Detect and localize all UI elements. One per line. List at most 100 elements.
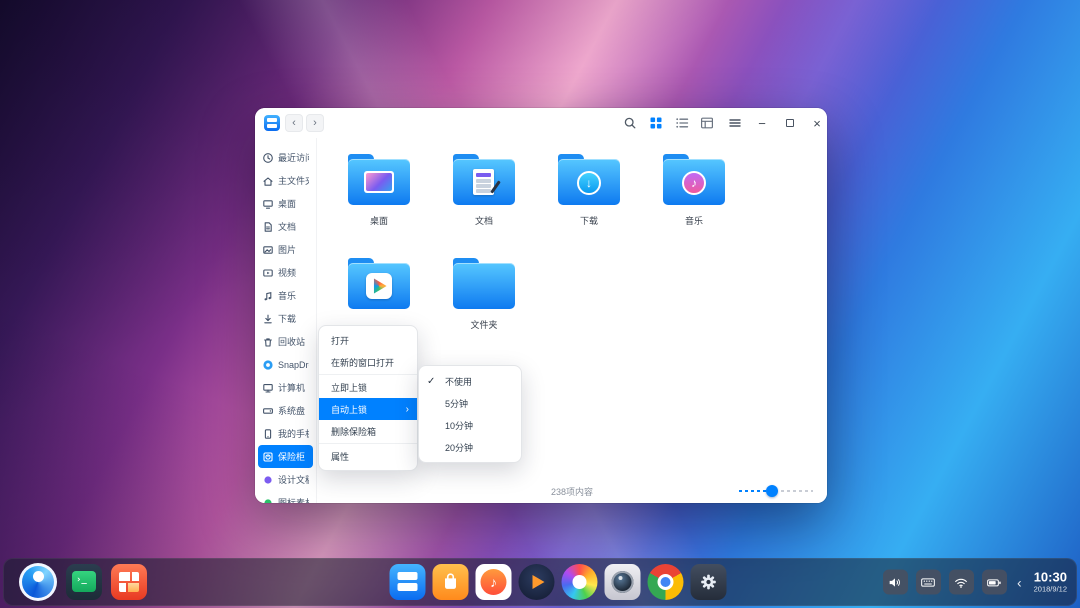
sidebar-item-label: 图片 (278, 243, 296, 256)
folder-icon (453, 263, 515, 309)
context-menu: 打开 在新的窗口打开 立即上锁 自动上锁 › 删除保险箱 属性 (318, 325, 418, 471)
sidebar-item-label: 我的手机 (278, 427, 309, 440)
app-store-icon[interactable] (433, 564, 469, 600)
submenu-item-10min[interactable]: 10分钟 (419, 414, 521, 436)
menu-item-delete-vault[interactable]: 删除保险箱 (319, 420, 417, 442)
auto-lock-submenu: ✓ 不使用 5分钟 10分钟 20分钟 (418, 365, 522, 463)
minimize-button[interactable]: − (753, 114, 771, 132)
folder-icon (453, 159, 515, 205)
launcher-icon[interactable] (19, 563, 57, 601)
sidebar-item-computer[interactable]: 计算机 (258, 376, 313, 399)
sidebar-item-recent[interactable]: 最近访问 (258, 146, 313, 169)
menu-item-auto-lock[interactable]: 自动上锁 › (319, 398, 417, 420)
sidebar-item-system-disk[interactable]: 系统盘 (258, 399, 313, 422)
folder-icon (348, 263, 410, 309)
control-center-icon[interactable] (691, 564, 727, 600)
sidebar-item-my-phone[interactable]: 我的手机 (258, 422, 313, 445)
slider-thumb[interactable] (766, 485, 778, 497)
wifi-icon[interactable] (949, 570, 974, 595)
sidebar: 最近访问 主文件夹 桌面 文档 图片 视频 音乐 下载 (255, 138, 317, 503)
sidebar-item-trash[interactable]: 回收站 (258, 330, 313, 353)
sidebar-item-label: 音乐 (278, 289, 296, 302)
sidebar-item-documents[interactable]: 文档 (258, 215, 313, 238)
picture-icon (262, 244, 274, 256)
forward-button[interactable]: › (306, 114, 324, 132)
list-view-icon[interactable] (673, 114, 691, 132)
submenu-arrow-icon: › (406, 404, 409, 415)
app-grid-icon[interactable] (111, 564, 147, 600)
detail-view-icon[interactable] (698, 114, 716, 132)
close-button[interactable]: × (808, 114, 826, 132)
item-count: 238项内容 (551, 485, 593, 498)
sidebar-item-videos[interactable]: 视频 (258, 261, 313, 284)
sidebar-item-label: 计算机 (278, 381, 305, 394)
folder-label: 音乐 (685, 214, 703, 227)
folder-documents[interactable]: 文档 (434, 143, 534, 245)
sidebar-item-label: 设计文稿 (278, 473, 309, 486)
titlebar[interactable]: ‹ › (255, 108, 827, 138)
submenu-item-20min[interactable]: 20分钟 (419, 436, 521, 458)
date-label: 2018/9/12 (1034, 585, 1067, 594)
grid-view-icon[interactable] (647, 114, 665, 132)
chrome-icon[interactable] (648, 564, 684, 600)
sidebar-item-label: 最近访问 (278, 151, 309, 164)
dock: ♪ (3, 558, 1077, 606)
sidebar-item-label: 保险柜 (278, 450, 305, 463)
sidebar-item-snapdrop[interactable]: SnapDrop (258, 353, 313, 376)
keyboard-icon[interactable] (916, 570, 941, 595)
folder-label: 文件夹 (470, 318, 497, 331)
folder-generic[interactable]: 文件夹 (434, 247, 534, 349)
submenu-item-never[interactable]: ✓ 不使用 (419, 370, 521, 392)
sidebar-item-music[interactable]: 音乐 (258, 284, 313, 307)
sidebar-item-label: 回收站 (278, 335, 305, 348)
file-manager-dock-icon[interactable] (390, 564, 426, 600)
sidebar-item-vault[interactable]: 保险柜 (258, 445, 313, 468)
folder-music[interactable]: ♪ 音乐 (644, 143, 744, 245)
vault-icon (262, 451, 274, 463)
terminal-icon[interactable] (66, 564, 102, 600)
check-icon: ✓ (427, 376, 435, 387)
disk-icon (262, 405, 274, 417)
folder-desktop[interactable]: 桌面 (329, 143, 429, 245)
battery-icon[interactable] (982, 570, 1007, 595)
volume-icon[interactable] (883, 570, 908, 595)
menu-item-lock-now[interactable]: 立即上锁 (319, 376, 417, 398)
sidebar-item-design-docs[interactable]: 设计文稿 (258, 468, 313, 491)
music-app-icon[interactable]: ♪ (476, 564, 512, 600)
file-manager-window: ‹ › (255, 108, 827, 503)
sidebar-item-desktop[interactable]: 桌面 (258, 192, 313, 215)
sidebar-item-label: 下载 (278, 312, 296, 325)
sidebar-item-downloads[interactable]: 下载 (258, 307, 313, 330)
icon-size-slider[interactable] (739, 485, 813, 497)
maximize-button[interactable] (781, 114, 799, 132)
folder-downloads[interactable]: ↓ 下载 (539, 143, 639, 245)
menu-icon[interactable] (726, 114, 744, 132)
dock-left-group (19, 563, 147, 601)
menu-item-open[interactable]: 打开 (319, 329, 417, 351)
sidebar-item-icon-assets[interactable]: 图标素材 (258, 491, 313, 503)
phone-icon (262, 428, 274, 440)
sidebar-item-label: 桌面 (278, 197, 296, 210)
search-icon[interactable] (621, 114, 639, 132)
sidebar-item-home[interactable]: 主文件夹 (258, 169, 313, 192)
folder-icon (348, 159, 410, 205)
video-icon (262, 267, 274, 279)
clock-widget[interactable]: 10:30 2018/9/12 (1032, 570, 1067, 594)
movie-app-icon[interactable] (519, 564, 555, 600)
menu-item-open-in-new-window[interactable]: 在新的窗口打开 (319, 351, 417, 373)
sidebar-item-label: SnapDrop (278, 360, 309, 370)
sidebar-item-pictures[interactable]: 图片 (258, 238, 313, 261)
media-decor-icon (366, 273, 392, 299)
camera-app-icon[interactable] (605, 564, 641, 600)
folder-label: 文档 (475, 214, 493, 227)
sidebar-item-label: 图标素材 (278, 496, 309, 503)
submenu-item-label: 10分钟 (445, 419, 473, 432)
document-decor-icon (473, 169, 494, 195)
submenu-item-5min[interactable]: 5分钟 (419, 392, 521, 414)
back-button[interactable]: ‹ (285, 114, 303, 132)
menu-item-properties[interactable]: 属性 (319, 445, 417, 467)
tray-collapse-icon[interactable]: ‹ (1015, 574, 1024, 590)
home-icon (262, 175, 274, 187)
image-viewer-icon[interactable] (562, 564, 598, 600)
purple-tag-icon (262, 474, 274, 486)
